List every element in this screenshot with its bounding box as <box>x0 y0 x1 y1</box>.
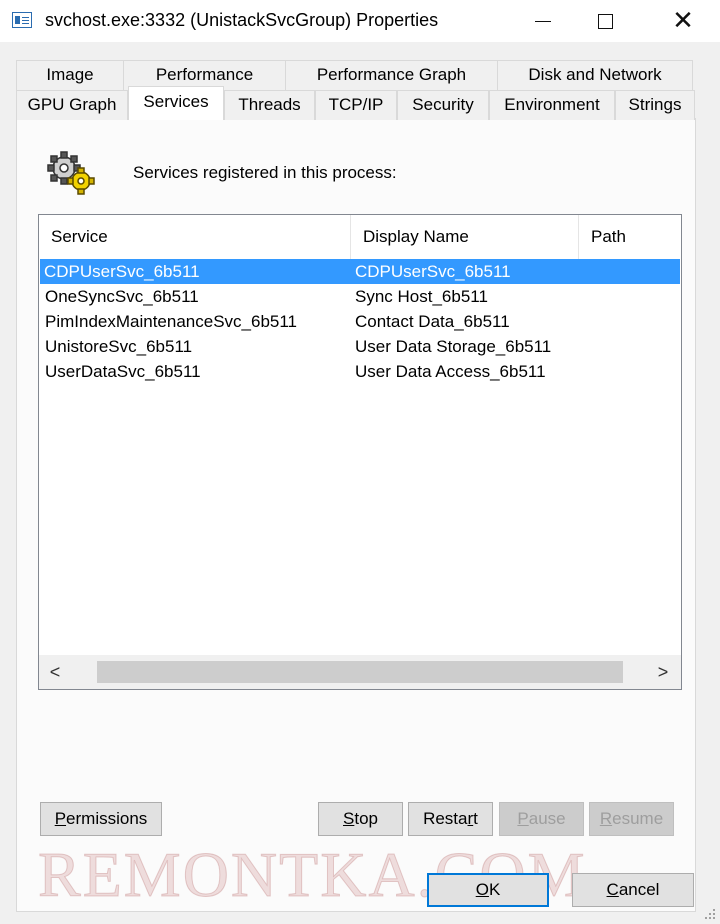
stop-button[interactable]: Stop <box>318 802 403 836</box>
horizontal-scrollbar[interactable]: < > <box>39 655 681 689</box>
permissions-accel: P <box>54 809 67 828</box>
ok-accel: O <box>475 880 489 899</box>
scroll-left-icon[interactable]: < <box>39 655 71 689</box>
list-item[interactable]: UserDataSvc_6b511 User Data Access_6b511 <box>40 359 680 384</box>
tab-performance-graph[interactable]: Performance Graph <box>285 60 498 90</box>
ok-label: K <box>488 880 501 899</box>
restart-label-pre: Resta <box>423 809 468 828</box>
restart-label: t <box>473 809 478 828</box>
permissions-button[interactable]: Permissions <box>40 802 162 836</box>
scrollbar-thumb[interactable] <box>97 661 623 683</box>
minimize-button[interactable] <box>520 0 566 42</box>
service-display-name: Contact Data_6b511 <box>355 312 510 331</box>
service-display-name: CDPUserSvc_6b511 <box>355 262 511 281</box>
resize-grip-icon[interactable] <box>704 908 716 920</box>
cancel-button[interactable]: Cancel <box>572 873 694 907</box>
service-display-name: Sync Host_6b511 <box>355 287 488 306</box>
close-icon: ✕ <box>672 5 694 35</box>
stop-accel: S <box>343 809 355 828</box>
column-header-path[interactable]: Path <box>579 215 681 259</box>
column-header-display-name[interactable]: Display Name <box>351 215 579 259</box>
service-name: UnistoreSvc_6b511 <box>45 337 193 356</box>
tab-threads[interactable]: Threads <box>224 90 315 120</box>
list-item[interactable]: UnistoreSvc_6b511 User Data Storage_6b51… <box>40 334 680 359</box>
tab-image[interactable]: Image <box>16 60 124 90</box>
maximize-icon <box>597 13 613 29</box>
column-header-service[interactable]: Service <box>39 215 351 259</box>
list-item[interactable]: OneSyncSvc_6b511 Sync Host_6b511 <box>40 284 680 309</box>
service-name: CDPUserSvc_6b511 <box>44 262 200 281</box>
service-name: OneSyncSvc_6b511 <box>45 287 199 306</box>
scroll-right-icon[interactable]: > <box>647 655 679 689</box>
restart-button[interactable]: Restart <box>408 802 493 836</box>
properties-dialog: Image Performance Performance Graph Disk… <box>0 42 720 924</box>
resume-label: esume <box>612 809 664 828</box>
permissions-label: ermissions <box>66 809 148 828</box>
service-name: PimIndexMaintenanceSvc_6b511 <box>45 312 298 331</box>
tab-strings[interactable]: Strings <box>615 90 695 120</box>
pause-accel: P <box>517 809 529 828</box>
resume-accel: R <box>599 809 613 828</box>
minimize-icon <box>535 20 551 22</box>
service-display-name: User Data Access_6b511 <box>355 362 546 381</box>
tab-disk-and-network[interactable]: Disk and Network <box>497 60 693 90</box>
resume-button[interactable]: Resume <box>589 802 674 836</box>
list-item[interactable]: PimIndexMaintenanceSvc_6b511 Contact Dat… <box>40 309 680 334</box>
service-name: UserDataSvc_6b511 <box>45 362 201 381</box>
close-button[interactable]: ✕ <box>660 0 706 42</box>
gears-icon <box>47 151 95 195</box>
services-list[interactable]: Service Display Name Path CDPUserSvc_6b5… <box>38 214 682 690</box>
tab-security[interactable]: Security <box>397 90 489 120</box>
list-header: Service Display Name Path <box>39 215 681 259</box>
window-properties-icon[interactable] <box>12 12 32 28</box>
pause-label: ause <box>528 809 566 828</box>
list-item[interactable]: CDPUserSvc_6b511 CDPUserSvc_6b511 <box>40 259 680 284</box>
services-caption: Services registered in this process: <box>133 163 397 182</box>
ok-button[interactable]: OK <box>427 873 549 907</box>
window-title: svchost.exe:3332 (UnistackSvcGroup) Prop… <box>45 10 439 30</box>
tab-services[interactable]: Services <box>128 86 224 120</box>
cancel-accel: C <box>606 880 619 899</box>
title-bar[interactable]: svchost.exe:3332 (UnistackSvcGroup) Prop… <box>0 0 720 42</box>
tab-tcp-ip[interactable]: TCP/IP <box>315 90 397 120</box>
tab-gpu-graph[interactable]: GPU Graph <box>16 90 128 120</box>
tab-environment[interactable]: Environment <box>489 90 615 120</box>
cancel-label: ancel <box>618 880 660 899</box>
stop-label: top <box>354 809 378 828</box>
service-display-name: User Data Storage_6b511 <box>355 337 552 356</box>
maximize-button[interactable] <box>582 0 628 42</box>
pause-button[interactable]: Pause <box>499 802 584 836</box>
